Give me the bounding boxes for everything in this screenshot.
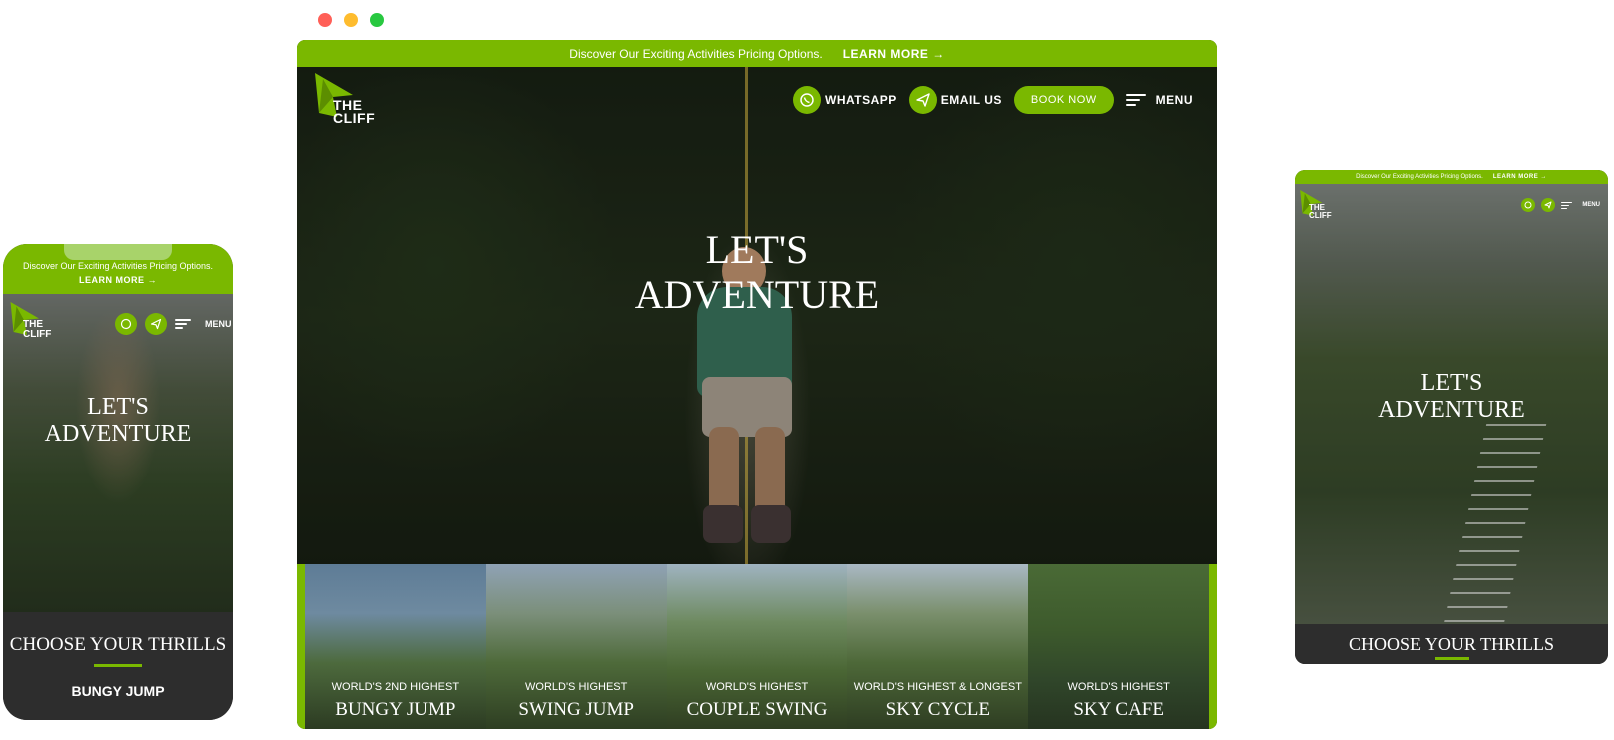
activity-name: SKY CYCLE xyxy=(885,699,991,720)
thrills-heading: CHOOSE YOUR THRILLS xyxy=(9,634,227,655)
promo-text: Discover Our Exciting Activities Pricing… xyxy=(1356,174,1483,180)
activity-subtitle: WORLD'S 2ND HIGHEST xyxy=(331,681,460,693)
hero-title-line2: ADVENTURE xyxy=(44,420,192,447)
whatsapp-icon[interactable] xyxy=(1521,198,1536,212)
activity-name: SWING JUMP xyxy=(518,699,634,720)
activity-name: COUPLE SWING xyxy=(686,699,828,720)
mobile-preview: Discover Our Exciting Activities Pricing… xyxy=(3,244,233,720)
activity-card[interactable]: WORLD'S HIGHEST COUPLE SWING xyxy=(666,564,848,729)
whatsapp-icon[interactable] xyxy=(115,313,137,335)
send-icon[interactable] xyxy=(145,313,167,335)
screenshot-canvas: Discover Our Exciting Activities Pricing… xyxy=(0,0,1614,740)
menu-icon[interactable] xyxy=(1561,201,1573,209)
menu-label: MENU xyxy=(1155,93,1193,107)
thrills-heading: CHOOSE YOUR THRILLS xyxy=(1348,634,1554,654)
activity-subtitle: WORLD'S HIGHEST & LONGEST xyxy=(853,681,1022,693)
logo-text-line2: CLIFF xyxy=(1309,211,1332,220)
menu-icon xyxy=(1125,94,1146,106)
hero-title-line2: ADVENTURE xyxy=(1378,396,1525,423)
heading-underline xyxy=(94,664,142,667)
tablet-preview: Discover Our Exciting Activities Pricing… xyxy=(1295,170,1608,664)
activity-card[interactable]: WORLD'S HIGHEST SWING JUMP xyxy=(485,564,667,729)
menu-button[interactable]: MENU xyxy=(1125,93,1193,107)
learn-more-link[interactable]: LEARN MORE → xyxy=(79,275,157,285)
promo-text: Discover Our Exciting Activities Pricing… xyxy=(569,46,823,61)
activity-name: SKY CAFE xyxy=(1073,699,1164,720)
header-nav: MENU xyxy=(1521,198,1600,212)
email-label: EMAIL US xyxy=(940,93,1002,107)
carousel-edge-left xyxy=(297,564,305,729)
minimize-window-button[interactable] xyxy=(344,13,358,27)
hero-title-line1: LET'S xyxy=(1420,370,1483,396)
activity-carousel: WORLD'S 2ND HIGHEST BUNGY JUMP WORLD'S H… xyxy=(297,564,1217,729)
window-controls xyxy=(318,13,384,27)
logo-text-line2: CLIFF xyxy=(23,329,52,340)
menu-label[interactable]: MENU xyxy=(205,319,232,329)
activity-name: BUNGY JUMP xyxy=(335,699,456,720)
promo-text: Discover Our Exciting Activities Pricing… xyxy=(22,261,214,271)
menu-icon[interactable] xyxy=(175,319,191,329)
phone-notch xyxy=(64,244,172,260)
header-nav: MENU xyxy=(115,313,232,335)
heading-underline xyxy=(1434,657,1469,660)
logo-text-line2: CLIFF xyxy=(333,110,376,126)
suspension-bridge-image xyxy=(1443,424,1547,624)
whatsapp-label: WHATSAPP xyxy=(825,93,897,107)
maximize-window-button[interactable] xyxy=(370,13,384,27)
hero-title: LET'S ADVENTURE xyxy=(1295,370,1608,424)
email-link[interactable]: EMAIL US xyxy=(908,86,1002,114)
learn-more-link[interactable]: LEARN MORE → xyxy=(843,47,945,61)
header-nav: WHATSAPP EMAIL US BOOK NOW MENU xyxy=(793,86,1193,114)
carousel-edge-right xyxy=(1209,564,1217,729)
activity-subtitle: WORLD'S HIGHEST xyxy=(1067,681,1170,693)
activity-card[interactable]: WORLD'S 2ND HIGHEST BUNGY JUMP xyxy=(304,564,486,729)
activity-name[interactable]: BUNGY JUMP xyxy=(3,683,233,699)
menu-label[interactable]: MENU xyxy=(1582,202,1600,208)
hero-title: LET'S ADVENTURE xyxy=(297,227,1217,318)
activity-subtitle: WORLD'S HIGHEST xyxy=(525,681,628,693)
send-icon xyxy=(908,86,937,114)
thrills-section: CHOOSE YOUR THRILLS xyxy=(1295,624,1608,664)
learn-more-link[interactable]: LEARN MORE → xyxy=(1493,174,1547,180)
send-icon[interactable] xyxy=(1541,198,1556,212)
site-logo[interactable]: THE CLIFF xyxy=(313,73,375,129)
promo-bar: Discover Our Exciting Activities Pricing… xyxy=(297,40,1217,67)
hero-title-line2: ADVENTURE xyxy=(634,271,880,317)
whatsapp-icon xyxy=(793,86,822,114)
promo-bar: Discover Our Exciting Activities Pricing… xyxy=(1295,170,1608,184)
activity-card[interactable]: WORLD'S HIGHEST SKY CAFE xyxy=(1028,564,1210,729)
hero-title-line1: LET'S xyxy=(705,227,809,272)
book-now-button[interactable]: BOOK NOW xyxy=(1013,86,1114,114)
site-logo[interactable]: THE CLIFF xyxy=(1299,190,1333,224)
hero-title-line1: LET'S xyxy=(87,394,149,420)
hero-title: LET'S ADVENTURE xyxy=(3,394,233,448)
thrills-section: CHOOSE YOUR THRILLS BUNGY JUMP xyxy=(3,612,233,720)
close-window-button[interactable] xyxy=(318,13,332,27)
site-logo[interactable]: THE CLIFF xyxy=(9,302,53,346)
activity-subtitle: WORLD'S HIGHEST xyxy=(705,681,809,693)
activity-card[interactable]: WORLD'S HIGHEST & LONGEST SKY CYCLE xyxy=(847,564,1029,729)
whatsapp-link[interactable]: WHATSAPP xyxy=(793,86,897,114)
desktop-preview: Discover Our Exciting Activities Pricing… xyxy=(297,40,1217,729)
